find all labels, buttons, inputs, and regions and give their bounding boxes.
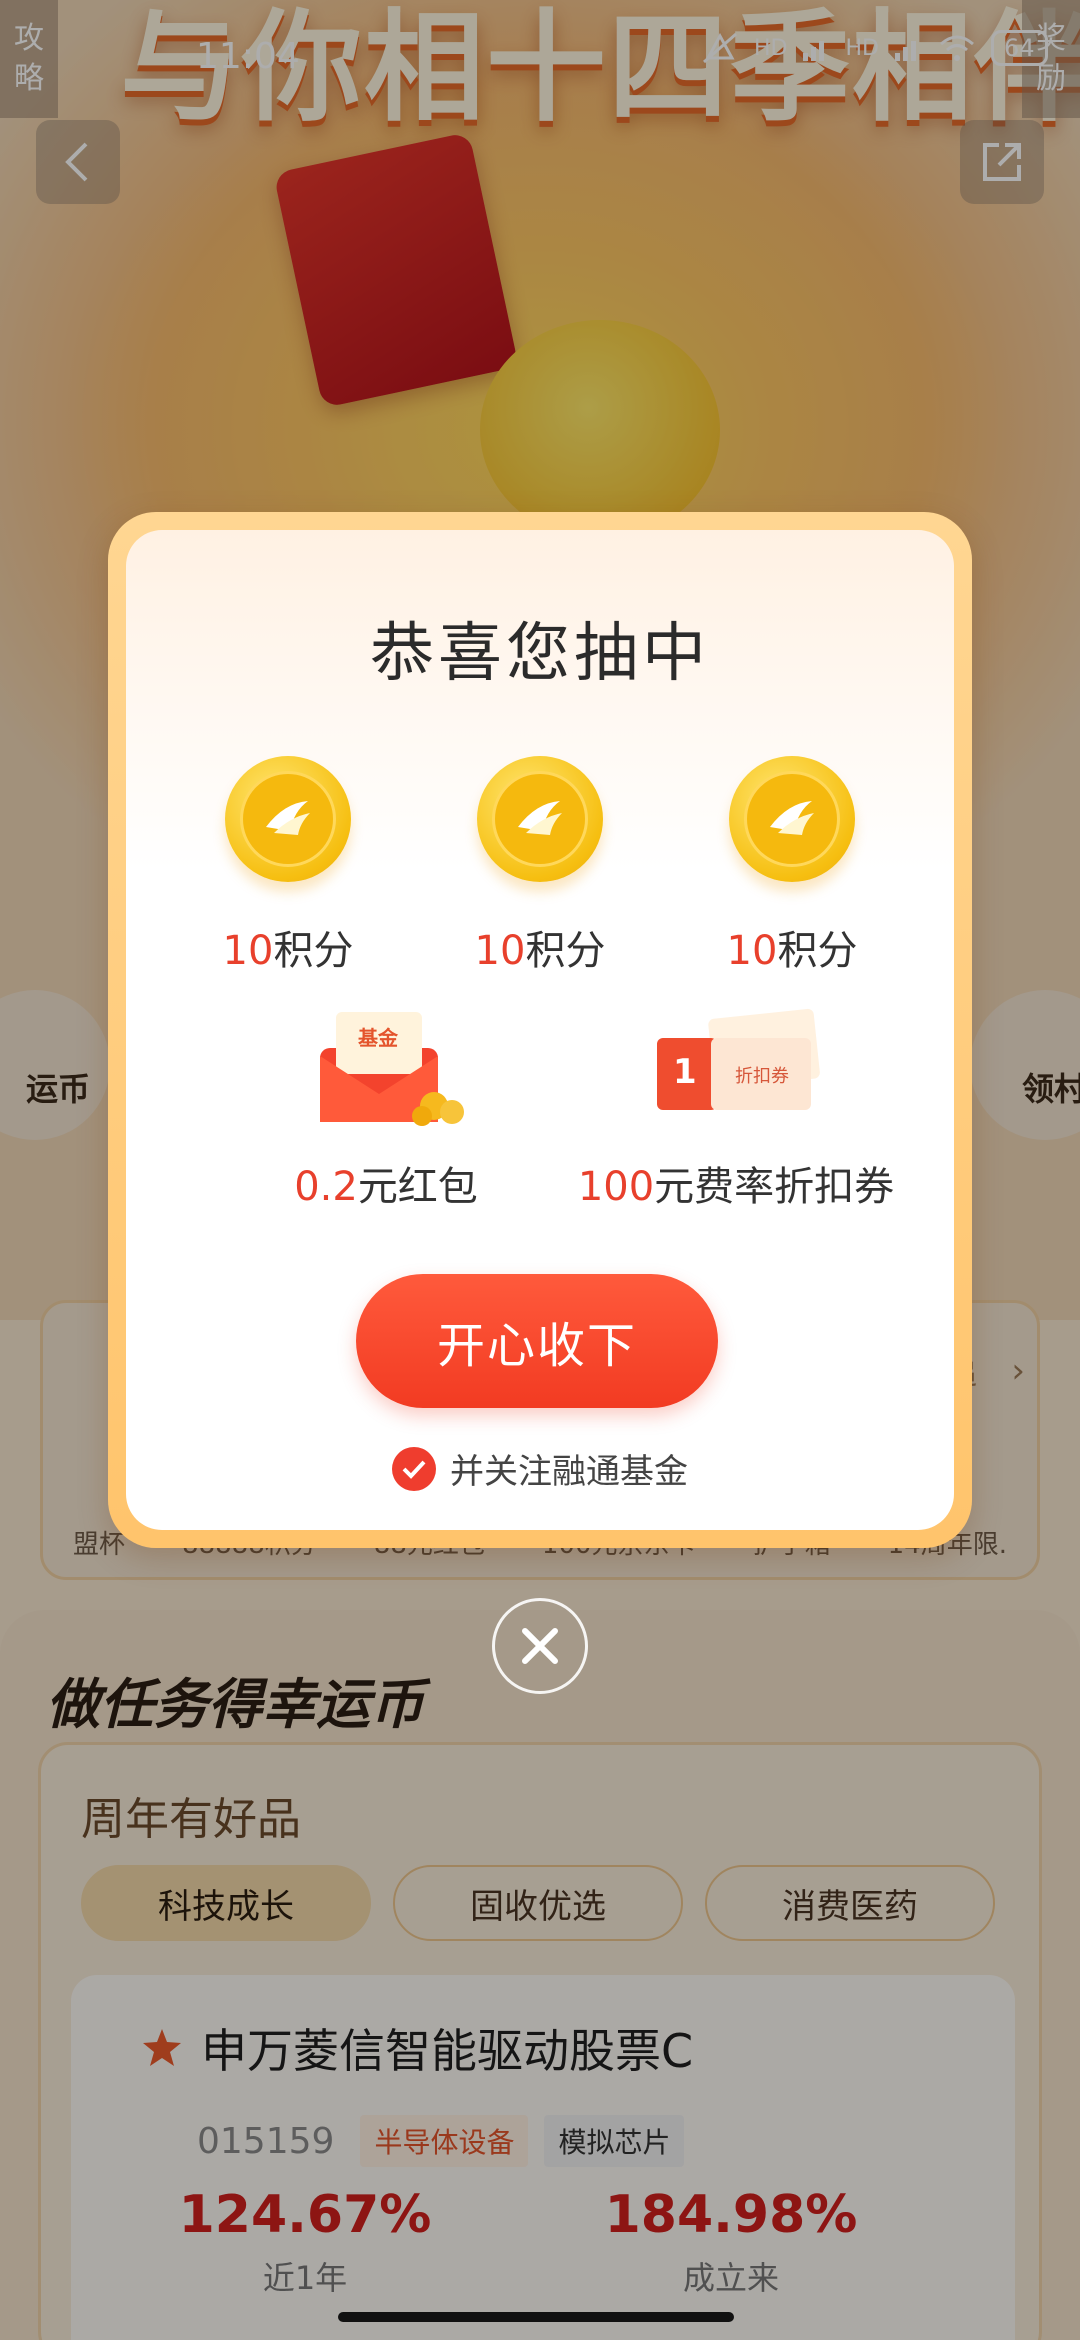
points-reward-item: 10积分 xyxy=(198,756,378,976)
accept-button[interactable]: 开心收下 xyxy=(356,1274,718,1408)
coupon-unit: 元费率折扣券 xyxy=(654,1164,895,1210)
close-dialog-button[interactable] xyxy=(492,1598,588,1694)
red-packet-icon: 基金 xyxy=(306,1008,466,1128)
coupon-icon-badge: 1 xyxy=(673,1052,697,1092)
coupon-reward-item: 1 折扣券 100元费率折扣券 xyxy=(566,1008,906,1212)
points-reward-item: 10积分 xyxy=(702,756,882,976)
discount-coupon-icon: 1 折扣券 xyxy=(651,1008,821,1128)
gold-coin-icon xyxy=(225,756,351,882)
points-reward-item: 10积分 xyxy=(450,756,630,976)
points-value: 10 xyxy=(474,928,526,974)
dialog-title: 恭喜您抽中 xyxy=(370,617,710,691)
red-packet-unit: 元红包 xyxy=(357,1164,478,1210)
gold-coin-icon xyxy=(477,756,603,882)
points-value: 10 xyxy=(222,928,274,974)
prize-dialog: 恭喜您抽中 10积分 10积分 10积分 基金 0.2元红包 1 折扣券 100… xyxy=(108,512,972,1548)
prize-dialog-body: 恭喜您抽中 10积分 10积分 10积分 基金 0.2元红包 1 折扣券 100… xyxy=(126,530,954,1530)
follow-fund-option[interactable]: 并关注融通基金 xyxy=(126,1444,954,1493)
red-packet-icon-text: 基金 xyxy=(358,1026,398,1050)
home-indicator[interactable] xyxy=(338,2312,734,2322)
banana-icon xyxy=(266,801,310,835)
close-icon xyxy=(522,1628,558,1664)
points-unit: 积分 xyxy=(777,928,858,974)
follow-checkbox[interactable] xyxy=(392,1446,436,1491)
points-unit: 积分 xyxy=(525,928,606,974)
check-icon xyxy=(402,1460,426,1479)
points-unit: 积分 xyxy=(273,928,354,974)
follow-label: 并关注融通基金 xyxy=(450,1452,688,1492)
red-packet-value: 0.2 xyxy=(294,1164,358,1210)
banana-icon xyxy=(770,801,814,835)
coupon-value: 100 xyxy=(577,1164,655,1210)
points-value: 10 xyxy=(726,928,778,974)
gold-coin-icon xyxy=(729,756,855,882)
coupon-icon-text: 折扣券 xyxy=(735,1066,789,1087)
red-packet-reward-item: 基金 0.2元红包 xyxy=(276,1008,496,1212)
banana-icon xyxy=(518,801,562,835)
